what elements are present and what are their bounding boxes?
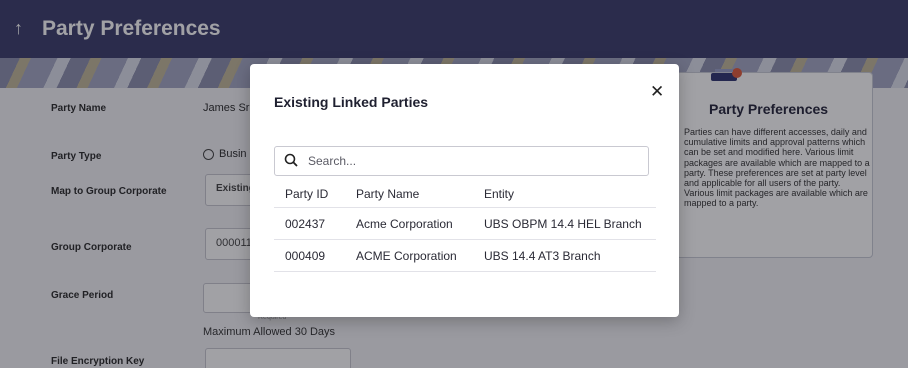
table-row[interactable]: 000409 ACME Corporation UBS 14.4 AT3 Bra…	[274, 240, 656, 272]
party-name-cell: Acme Corporation	[356, 217, 453, 231]
modal-title: Existing Linked Parties	[274, 94, 429, 110]
column-header-party-id: Party ID	[285, 187, 329, 201]
search-box[interactable]	[274, 146, 649, 176]
table-row[interactable]: 002437 Acme Corporation UBS OBPM 14.4 HE…	[274, 208, 656, 240]
entity-cell: UBS OBPM 14.4 HEL Branch	[484, 217, 642, 231]
column-header-party-name: Party Name	[356, 187, 420, 201]
party-name-cell: ACME Corporation	[356, 249, 457, 263]
search-input[interactable]	[308, 154, 638, 168]
existing-linked-parties-modal: Existing Linked Parties ✕ Party ID Party…	[250, 64, 679, 317]
column-header-entity: Entity	[484, 187, 515, 201]
party-id-cell: 002437	[285, 217, 326, 231]
party-id-cell: 000409	[285, 249, 326, 263]
entity-cell: UBS 14.4 AT3 Branch	[484, 249, 601, 263]
search-icon	[284, 153, 298, 167]
close-icon[interactable]: ✕	[650, 82, 664, 102]
table-header: Party ID Party Name Entity	[274, 178, 656, 208]
